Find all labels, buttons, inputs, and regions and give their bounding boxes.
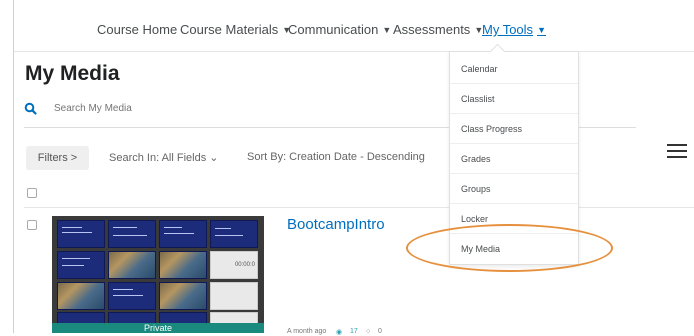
sort-by-dropdown[interactable]: Sort By: Creation Date - Descending <box>247 151 425 163</box>
search-in-dropdown[interactable]: Search In: All Fields ⌄ <box>109 151 218 164</box>
slide-timestamp: 00:00:0 <box>234 262 255 268</box>
slide-thumbnail <box>108 220 156 248</box>
filters-button[interactable]: Filters > <box>26 146 89 170</box>
nav-communication-label: Communication <box>288 22 379 37</box>
menu-item-groups[interactable]: Groups <box>450 174 578 204</box>
search-icon[interactable] <box>24 102 38 116</box>
slide-thumbnail <box>159 282 207 310</box>
nav-course-home[interactable]: Course Home <box>97 22 177 37</box>
page-title: My Media <box>25 62 120 85</box>
media-title-link[interactable]: BootcampIntro <box>287 216 385 233</box>
nav-my-tools[interactable]: My Tools ▼ <box>482 22 546 37</box>
chevron-down-icon: ▼ <box>537 25 546 35</box>
hamburger-menu-icon[interactable] <box>667 144 687 160</box>
nav-course-home-label: Course Home <box>97 22 178 37</box>
slide-thumbnail <box>108 282 156 310</box>
slide-thumbnail: 00:00:0 <box>210 251 258 279</box>
comments-count: 0 <box>378 328 382 335</box>
chevron-down-icon: ▼ <box>382 25 392 35</box>
nav-my-tools-label: My Tools <box>482 22 534 37</box>
nav-assessments-label: Assessments <box>393 22 471 37</box>
nav-course-materials[interactable]: Course Materials ▼ <box>180 22 291 37</box>
slide-thumbnail <box>159 220 207 248</box>
views-count: 17 <box>350 328 358 335</box>
slide-thumbnail <box>210 220 258 248</box>
slide-thumbnail <box>57 220 105 248</box>
privacy-badge: Private <box>52 323 264 333</box>
slide-thumbnail <box>57 251 105 279</box>
row-divider <box>24 207 694 208</box>
menu-item-grades[interactable]: Grades <box>450 144 578 174</box>
navbar-divider <box>14 51 694 52</box>
slide-thumbnail <box>57 282 105 310</box>
slide-thumbnail <box>108 251 156 279</box>
search-input[interactable] <box>54 103 424 114</box>
course-navbar: Course Home Course Materials ▼ Communicat… <box>0 0 694 56</box>
highlight-ring-annotation <box>406 224 613 272</box>
nav-course-materials-label: Course Materials <box>180 22 279 37</box>
menu-item-class-progress[interactable]: Class Progress <box>450 114 578 144</box>
menu-item-classlist[interactable]: Classlist <box>450 84 578 114</box>
media-row-checkbox[interactable] <box>27 220 37 230</box>
comment-icon: ○ <box>366 328 371 335</box>
slide-thumbnail <box>210 282 258 310</box>
slide-thumbnail <box>159 251 207 279</box>
select-all-checkbox[interactable] <box>27 188 37 198</box>
media-date: A month ago <box>287 328 327 335</box>
nav-assessments[interactable]: Assessments ▼ <box>393 22 483 37</box>
menu-item-calendar[interactable]: Calendar <box>450 54 578 84</box>
views-icon: ◉ <box>336 329 343 336</box>
media-thumbnail[interactable]: 00:00:0 Private <box>52 216 264 333</box>
nav-communication[interactable]: Communication ▼ <box>288 22 391 37</box>
